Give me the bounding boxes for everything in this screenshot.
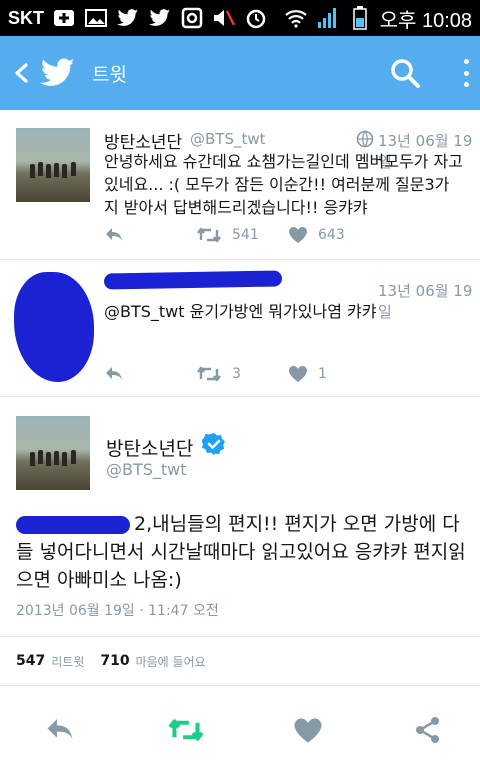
status-bar: SKT 오후 10:08 <box>0 0 480 36</box>
reply-button[interactable] <box>104 224 124 246</box>
redacted-mention <box>16 515 130 534</box>
tweet-text: 안녕하세요 슈간데요 쇼챔가는길인데 멤버모두가 자고있네요... :( 모두가… <box>104 152 463 217</box>
more-vertical-icon[interactable] <box>456 56 476 90</box>
add-box-icon <box>52 7 76 29</box>
battery-icon <box>348 6 372 30</box>
reply-button[interactable] <box>104 363 124 385</box>
alarm-icon <box>244 7 268 29</box>
author-handle: @BTS_twt <box>190 130 266 148</box>
retweet-button[interactable]: 3 <box>196 363 241 385</box>
retweet-total[interactable]: 547 <box>16 653 45 669</box>
status-time: 오후 10:08 <box>379 9 472 32</box>
like-count: 643 <box>318 227 345 243</box>
avatar[interactable] <box>16 128 90 202</box>
app-header: 트윗 <box>0 36 480 110</box>
search-icon[interactable] <box>388 56 422 90</box>
like-button[interactable]: 1 <box>288 363 327 385</box>
tweet-actions: 541 643 <box>104 224 444 246</box>
mute-icon <box>212 7 236 29</box>
like-icon[interactable] <box>292 714 324 746</box>
tweet-actions: 3 1 <box>104 363 444 385</box>
image-icon <box>84 7 108 29</box>
carrier-label: SKT <box>8 7 44 28</box>
like-label: 마음에 들어요 <box>135 654 206 669</box>
tweet-text: @BTS_twt 윤기가방엔 뭐가있나염 캬캬 <box>104 302 377 321</box>
world-icon <box>356 130 374 152</box>
twitter-bird-icon <box>38 36 78 110</box>
twitter-bird-icon <box>148 7 172 29</box>
instagram-icon <box>180 7 204 29</box>
like-count: 1 <box>318 366 327 382</box>
like-button[interactable]: 643 <box>288 224 345 246</box>
tweet-timestamp: 2013년 06월 19일 · 11:47 오전 <box>16 603 219 619</box>
tweet-item[interactable]: 방탄소년단 @BTS_twt 13년 06월 19일 안녕하세요 슈간데요 쇼챔… <box>0 110 480 260</box>
tweet-text: 2,내님들의 편지!! 편지가 오면 가방에 다들 넣어다니면서 시간날때마다 … <box>16 510 468 594</box>
retweet-icon[interactable] <box>166 714 206 746</box>
page-title: 트윗 <box>92 63 127 86</box>
wifi-icon <box>284 7 308 29</box>
retweet-button[interactable]: 541 <box>196 224 259 246</box>
back-arrow-icon[interactable] <box>4 36 38 110</box>
author-handle: @BTS_twt <box>106 460 187 479</box>
reply-icon[interactable] <box>44 714 76 746</box>
twitter-bird-icon <box>116 7 140 29</box>
avatar[interactable] <box>14 272 94 382</box>
signal-icon <box>316 7 340 29</box>
retweet-count: 541 <box>232 227 259 243</box>
tweet-item[interactable]: 13년 06월 19일 @BTS_twt 윤기가방엔 뭐가있나염 캬캬 3 1 <box>0 260 480 397</box>
retweet-count: 3 <box>232 366 241 382</box>
tweet-stats: 547 리트윗 710 마음에 들어요 <box>0 636 480 686</box>
verified-badge-icon <box>201 432 226 460</box>
share-icon[interactable] <box>412 714 444 746</box>
author-name[interactable]: 방탄소년단 <box>106 434 193 461</box>
redacted-name <box>103 270 283 290</box>
like-total[interactable]: 710 <box>100 653 129 669</box>
detail-actions <box>0 700 480 760</box>
avatar[interactable] <box>16 416 90 490</box>
retweet-label: 리트윗 <box>51 654 85 669</box>
